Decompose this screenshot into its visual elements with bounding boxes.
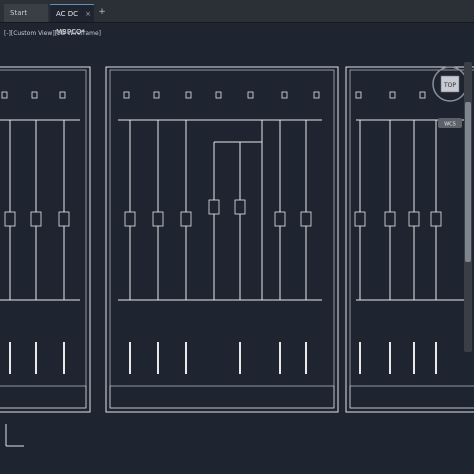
- viewport-label[interactable]: [-][Custom View][2D Wireframe]: [4, 30, 101, 37]
- output-terminals: [9, 342, 437, 374]
- breaker-symbols: [4, 199, 442, 227]
- scrollbar-thumb[interactable]: [465, 102, 471, 262]
- tab-start[interactable]: Start: [4, 4, 48, 22]
- close-icon[interactable]: ×: [85, 5, 91, 23]
- viewcube-face-label: TOP: [443, 82, 456, 89]
- tab-start-label: Start: [10, 9, 28, 17]
- plus-icon[interactable]: +: [97, 6, 107, 18]
- vertical-scrollbar[interactable]: [464, 62, 472, 352]
- title-blocks: [0, 385, 474, 409]
- ucs-icon: [5, 424, 24, 447]
- document-tab-bar: Start AC DC MBPCO* × +: [0, 0, 474, 36]
- tab-drawing[interactable]: AC DC MBPCO* ×: [50, 4, 94, 36]
- terminal-markers: [1, 91, 426, 99]
- sheet-center: [105, 66, 339, 413]
- drawing-canvas[interactable]: [0, 22, 474, 474]
- sheet-left: [0, 66, 91, 413]
- wcs-label: WCS: [444, 122, 456, 128]
